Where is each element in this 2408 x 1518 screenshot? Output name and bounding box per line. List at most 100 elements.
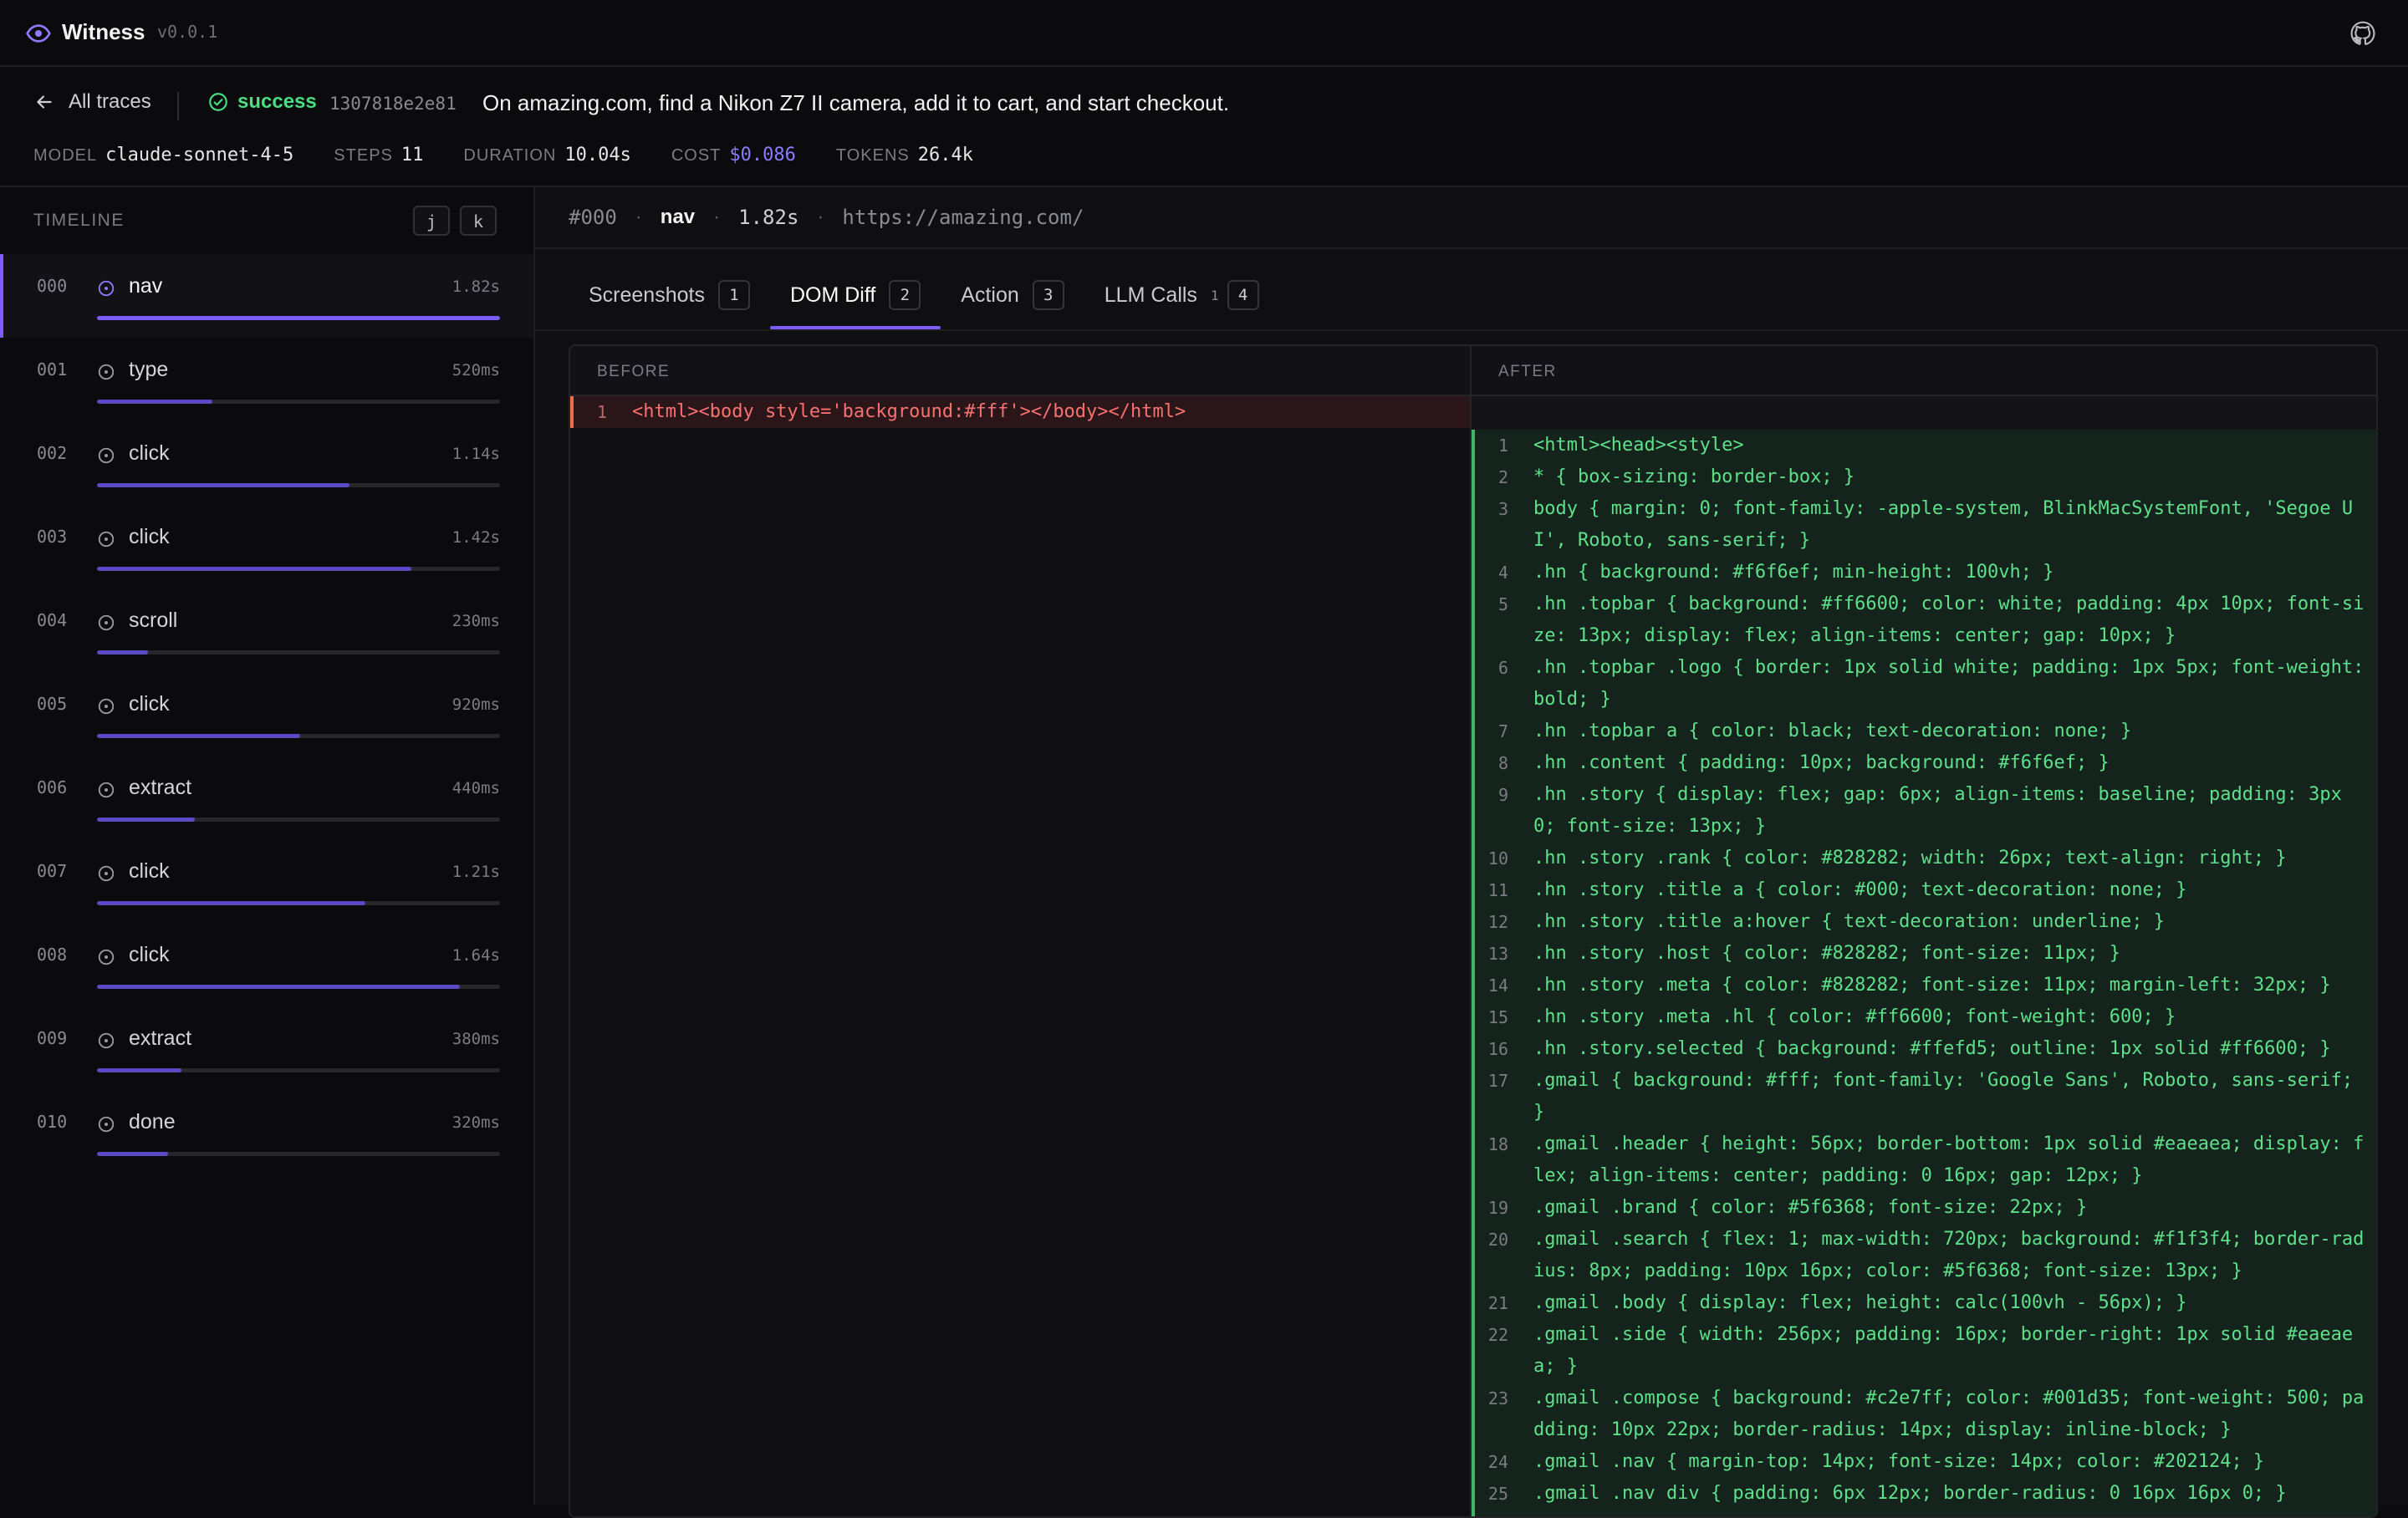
step-index: 008 bbox=[37, 945, 68, 965]
added-line: 7 .hn .topbar a { color: black; text-deco… bbox=[1475, 716, 2376, 747]
trace-header: All traces success 1307818e2e81 On amazi… bbox=[0, 67, 2408, 187]
line-code: .hn .story .meta { color: #828282; font-… bbox=[1533, 975, 2331, 996]
timeline-step[interactable]: 004 scroll 230ms bbox=[0, 588, 533, 672]
step-duration: 320ms bbox=[452, 1113, 500, 1132]
line-code: .gmail { background: #fff; font-family: … bbox=[1533, 1070, 2365, 1123]
timeline-header: TIMELINE j k bbox=[0, 187, 533, 256]
timeline-step[interactable]: 000 nav 1.82s bbox=[0, 254, 533, 338]
step-index: 003 bbox=[37, 527, 68, 547]
line-number: 18 bbox=[1487, 1134, 1508, 1154]
step-progress-fill bbox=[97, 901, 365, 905]
timeline-step[interactable]: 009 extract 380ms bbox=[0, 1006, 533, 1090]
added-line: 1 <html><head><style> bbox=[1475, 430, 2376, 461]
added-line: 17 .gmail { background: #fff; font-family… bbox=[1475, 1065, 2376, 1128]
github-icon[interactable] bbox=[2349, 20, 2376, 47]
line-code: .hn .topbar .logo { border: 1px solid wh… bbox=[1533, 657, 2375, 710]
clock-icon bbox=[98, 531, 115, 548]
clock-icon bbox=[98, 614, 115, 631]
line-number: 19 bbox=[1487, 1198, 1508, 1218]
timeline-step[interactable]: 001 type 520ms bbox=[0, 338, 533, 421]
line-code: .hn .story .host { color: #828282; font-… bbox=[1533, 943, 2120, 964]
tab-action[interactable]: Action 3 bbox=[941, 261, 1084, 329]
added-line: 16 .hn .story.selected { background: #ffe… bbox=[1475, 1033, 2376, 1065]
step-progress-fill bbox=[97, 985, 461, 989]
line-code: .gmail .brand { color: #5f6368; font-siz… bbox=[1533, 1197, 2088, 1218]
step-url[interactable]: https://amazing.com/ bbox=[842, 206, 1084, 229]
step-progress-bar bbox=[97, 818, 500, 822]
added-line: 18 .gmail .header { height: 56px; border-… bbox=[1475, 1128, 2376, 1192]
step-duration: 440ms bbox=[452, 779, 500, 797]
step-index: 002 bbox=[37, 443, 68, 463]
line-code: * { box-sizing: border-box; } bbox=[1533, 466, 1855, 487]
timeline-step[interactable]: 010 done 320ms bbox=[0, 1090, 533, 1174]
added-line: 23 .gmail .compose { background: #c2e7ff;… bbox=[1475, 1383, 2376, 1446]
step-duration: 380ms bbox=[452, 1030, 500, 1048]
added-line: 21 .gmail .body { display: flex; height: … bbox=[1475, 1287, 2376, 1319]
line-code: .gmail .nav { margin-top: 14px; font-siz… bbox=[1533, 1451, 2265, 1472]
eye-icon bbox=[26, 24, 51, 43]
step-progress-bar bbox=[97, 483, 500, 487]
clock-icon bbox=[98, 782, 115, 798]
line-number: 7 bbox=[1497, 721, 1508, 741]
step-progress-bar bbox=[97, 901, 500, 905]
stat-cost: COST $0.086 bbox=[671, 145, 796, 166]
step-label: click bbox=[129, 525, 170, 548]
step-progress-bar bbox=[97, 650, 500, 655]
line-number: 13 bbox=[1487, 944, 1508, 964]
all-traces-link[interactable]: All traces bbox=[33, 90, 151, 114]
timeline-step[interactable]: 003 click 1.42s bbox=[0, 505, 533, 588]
step-duration: 1.82s bbox=[738, 206, 799, 229]
tab-sub-count: 1 bbox=[1210, 287, 1219, 303]
clock-icon bbox=[98, 280, 115, 297]
timeline-step[interactable]: 008 click 1.64s bbox=[0, 923, 533, 1006]
step-index: 006 bbox=[37, 777, 68, 797]
line-number: 17 bbox=[1487, 1071, 1508, 1091]
line-code: .hn .story.selected { background: #ffefd… bbox=[1533, 1038, 2331, 1059]
line-number: 11 bbox=[1487, 880, 1508, 900]
line-number: 1 bbox=[1497, 436, 1508, 456]
clock-icon bbox=[98, 1116, 115, 1133]
step-duration: 920ms bbox=[452, 695, 500, 714]
stat-steps: STEPS 11 bbox=[334, 145, 424, 166]
line-number: 20 bbox=[1487, 1230, 1508, 1250]
step-duration: 230ms bbox=[452, 612, 500, 630]
added-line: 6 .hn .topbar .logo { border: 1px solid w… bbox=[1475, 652, 2376, 716]
step-index: 010 bbox=[37, 1112, 68, 1132]
key-k-button[interactable]: k bbox=[460, 206, 497, 236]
line-code: body { margin: 0; font-family: -apple-sy… bbox=[1533, 498, 2354, 551]
timeline-step[interactable]: 006 extract 440ms bbox=[0, 756, 533, 839]
line-number: 9 bbox=[1497, 785, 1508, 805]
clock-icon bbox=[98, 447, 115, 464]
step-duration: 520ms bbox=[452, 361, 500, 380]
line-code: .hn .topbar { background: #ff6600; color… bbox=[1533, 593, 2365, 646]
tab-llm-calls[interactable]: LLM Calls 1 4 bbox=[1084, 261, 1279, 329]
stat-model: MODEL claude-sonnet-4-5 bbox=[33, 145, 294, 166]
timeline-sidebar: TIMELINE j k 000 nav 1.82s 001 type 520ms 002 c… bbox=[0, 187, 535, 1505]
tab-screenshots[interactable]: Screenshots 1 bbox=[569, 261, 770, 329]
line-code: .gmail .header { height: 56px; border-bo… bbox=[1533, 1133, 2365, 1186]
step-duration: 1.82s bbox=[452, 278, 500, 296]
added-line: 3 body { margin: 0; font-family: -apple-s… bbox=[1475, 493, 2376, 557]
status-badge: success bbox=[207, 90, 317, 114]
added-line: 12 .hn .story .title a:hover { text-decor… bbox=[1475, 906, 2376, 938]
tab-dom-diff[interactable]: DOM Diff 2 bbox=[769, 261, 941, 329]
line-code: .gmail .search { flex: 1; max-width: 720… bbox=[1533, 1229, 2365, 1281]
line-number: 5 bbox=[1497, 594, 1508, 614]
timeline-step[interactable]: 002 click 1.14s bbox=[0, 421, 533, 505]
timeline-step[interactable]: 007 click 1.21s bbox=[0, 839, 533, 923]
key-j-button[interactable]: j bbox=[413, 206, 450, 236]
step-progress-bar bbox=[97, 400, 500, 404]
timeline-step[interactable]: 005 click 920ms bbox=[0, 672, 533, 756]
step-label: click bbox=[129, 943, 170, 966]
added-line: 20 .gmail .search { flex: 1; max-width: 7… bbox=[1475, 1224, 2376, 1287]
line-code: .hn .story .meta .hl { color: #ff6600; f… bbox=[1533, 1006, 2176, 1027]
line-number: 15 bbox=[1487, 1007, 1508, 1027]
diff-before-column: BEFORE 1 <html><body style='background:#f… bbox=[570, 346, 1472, 1516]
line-code: <html><body style='background:#fff'></bo… bbox=[632, 401, 1186, 422]
after-label: AFTER bbox=[1472, 346, 2376, 396]
line-number: 4 bbox=[1497, 563, 1508, 583]
detail-tabs: Screenshots 1 DOM Diff 2 Action 3 LLM Ca… bbox=[569, 261, 1279, 329]
tab-badge: 4 bbox=[1227, 280, 1259, 310]
step-label: done bbox=[129, 1110, 176, 1133]
clock-icon bbox=[98, 364, 115, 380]
